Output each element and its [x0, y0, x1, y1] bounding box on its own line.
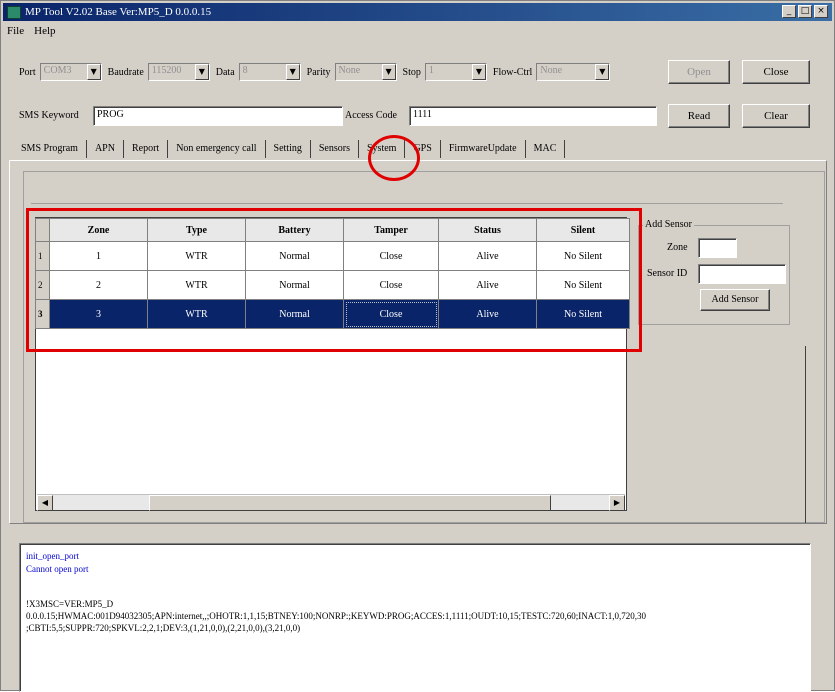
port-label: Port — [19, 66, 36, 78]
chevron-down-icon[interactable]: ▼ — [381, 64, 396, 80]
flowctrl-select[interactable]: None ▼ — [536, 63, 611, 81]
close-button[interactable]: Close — [742, 60, 810, 84]
port-select[interactable]: COM3 ▼ — [39, 63, 102, 81]
menu-bar: File Help — [3, 22, 56, 40]
stop-value: 1 — [428, 65, 434, 76]
add-sensor-button[interactable]: Add Sensor — [700, 289, 770, 311]
sensor-id-input[interactable] — [698, 264, 786, 284]
zone-label: Zone — [667, 242, 688, 253]
baudrate-value: 115200 — [151, 65, 182, 76]
port-value: COM3 — [43, 65, 72, 76]
close-icon[interactable]: × — [814, 5, 828, 18]
panel-divider — [805, 346, 806, 523]
window-controls: _ □ × — [782, 5, 828, 18]
read-button[interactable]: Read — [668, 104, 730, 128]
chevron-down-icon[interactable]: ▼ — [194, 64, 209, 80]
log-line: !X3MSC=VER:MP5_D — [26, 599, 114, 609]
divider — [31, 203, 783, 204]
clear-button[interactable]: Clear — [742, 104, 810, 128]
access-code-label: Access Code — [345, 110, 397, 121]
log-output[interactable]: init_open_port Cannot open port !X3MSC=V… — [19, 543, 811, 692]
zone-input[interactable] — [698, 238, 737, 258]
data-select[interactable]: 8 ▼ — [238, 63, 301, 81]
baudrate-select[interactable]: 115200 ▼ — [147, 63, 210, 81]
data-label: Data — [215, 66, 235, 78]
stop-select[interactable]: 1 ▼ — [424, 63, 487, 81]
scroll-right-icon[interactable]: ▶ — [609, 495, 625, 511]
minimize-icon[interactable]: _ — [782, 5, 796, 18]
tab-non-emergency-call[interactable]: Non emergency call — [168, 140, 266, 158]
title-bar[interactable]: MP Tool V2.02 Base Ver:MP5_D 0.0.0.15 _ … — [3, 3, 832, 21]
add-sensor-group-title: Add Sensor — [643, 219, 694, 230]
menu-help[interactable]: Help — [34, 25, 55, 37]
maximize-icon[interactable]: □ — [798, 5, 812, 18]
log-line: 0.0.0.15;HWMAC:001D94032305;APN:internet… — [26, 611, 647, 621]
flowctrl-label: Flow-Ctrl — [492, 66, 533, 78]
data-value: 8 — [242, 65, 248, 76]
chevron-down-icon[interactable]: ▼ — [595, 64, 610, 80]
sms-keyword-input[interactable]: PROG — [93, 106, 343, 126]
baudrate-label: Baudrate — [107, 66, 144, 78]
log-line: init_open_port — [26, 551, 79, 561]
menu-file[interactable]: File — [7, 25, 24, 37]
access-code-input[interactable]: 1111 — [409, 106, 657, 126]
parity-select[interactable]: None ▼ — [334, 63, 397, 81]
tab-mac[interactable]: MAC — [526, 140, 566, 158]
window-title: MP Tool V2.02 Base Ver:MP5_D 0.0.0.15 — [25, 6, 212, 18]
app-window: MP Tool V2.02 Base Ver:MP5_D 0.0.0.15 _ … — [0, 0, 835, 692]
parity-value: None — [338, 65, 361, 76]
highlight-circle — [368, 135, 420, 181]
stop-label: Stop — [402, 66, 421, 78]
scrollbar-thumb[interactable] — [149, 495, 551, 511]
flowctrl-value: None — [540, 65, 563, 76]
tab-firmware-update[interactable]: FirmwareUpdate — [441, 140, 526, 158]
chevron-down-icon[interactable]: ▼ — [471, 64, 486, 80]
sms-keyword-label: SMS Keyword — [19, 110, 79, 121]
horizontal-scrollbar[interactable]: ◀ ▶ — [37, 494, 625, 511]
tab-sms-program[interactable]: SMS Program — [13, 140, 87, 158]
log-line: Cannot open port — [26, 564, 89, 574]
connection-settings: Port COM3 ▼ Baudrate 115200 ▼ Data 8 ▼ P… — [19, 61, 616, 83]
tab-setting[interactable]: Setting — [266, 140, 311, 158]
sensor-id-label: Sensor ID — [647, 268, 688, 279]
highlight-rectangle — [26, 208, 642, 352]
app-icon — [7, 5, 21, 19]
tab-apn[interactable]: APN — [87, 140, 124, 158]
log-line: ;CBTI:5,5;SUPPR:720;SPKVL:2,2,1;DEV:3,(1… — [26, 623, 301, 633]
chevron-down-icon[interactable]: ▼ — [86, 64, 101, 80]
scroll-left-icon[interactable]: ◀ — [37, 495, 53, 511]
chevron-down-icon[interactable]: ▼ — [285, 64, 300, 80]
tab-report[interactable]: Report — [124, 140, 169, 158]
open-button[interactable]: Open — [668, 60, 730, 84]
parity-label: Parity — [306, 66, 331, 78]
tab-sensors[interactable]: Sensors — [310, 140, 359, 158]
tab-bar: SMS Program APN Report Non emergency cal… — [13, 140, 566, 158]
